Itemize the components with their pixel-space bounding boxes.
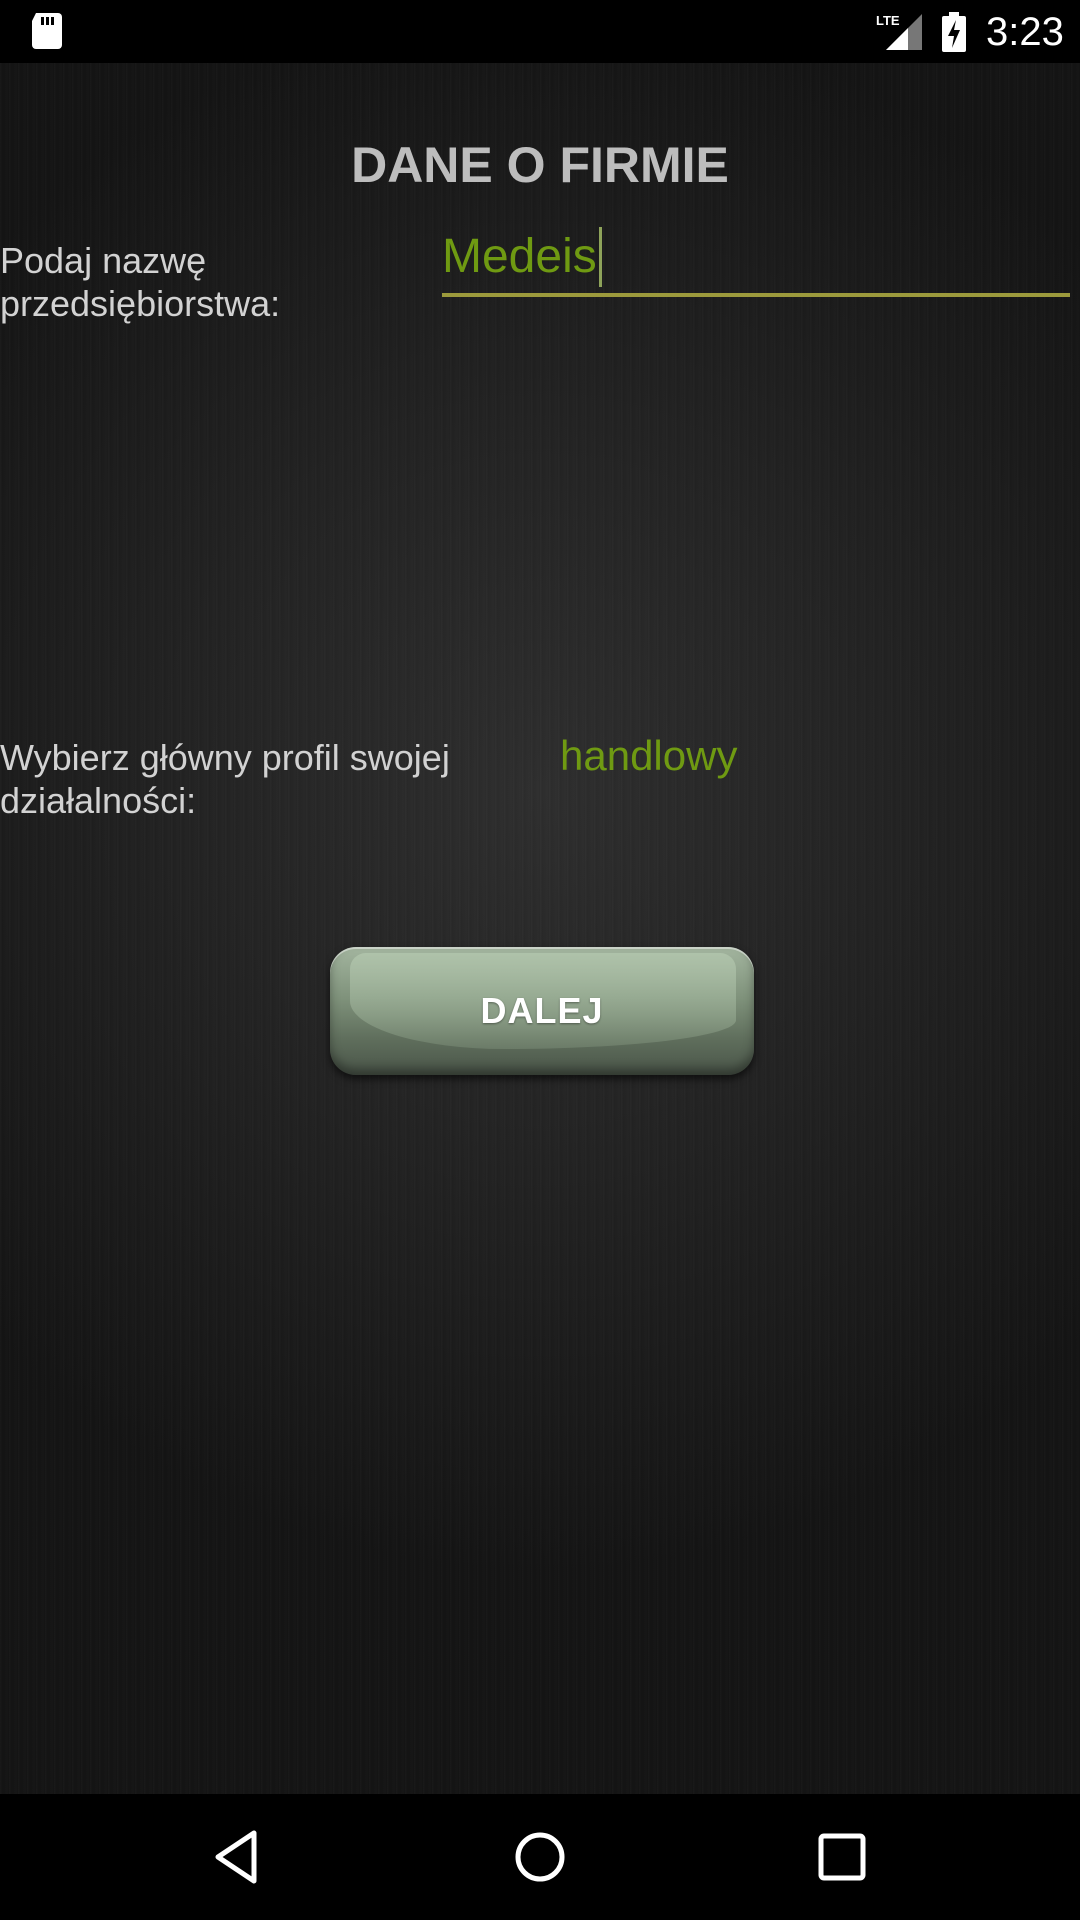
- company-name-label: Podaj nazwę przedsiębiorstwa:: [0, 240, 281, 324]
- business-profile-label: Wybierz główny profil swojej działalnośc…: [0, 737, 450, 821]
- navigation-bar: [0, 1794, 1080, 1920]
- status-clock: 3:23: [986, 10, 1064, 54]
- page-title: DANE O FIRMIE: [351, 137, 729, 193]
- back-icon[interactable]: [208, 1827, 268, 1887]
- company-name-value: Medeis: [442, 230, 597, 283]
- battery-charging-icon: [942, 12, 966, 52]
- next-button-label: DALEJ: [480, 990, 604, 1031]
- company-name-field[interactable]: Medeis: [442, 221, 1070, 297]
- recents-icon[interactable]: [812, 1827, 872, 1887]
- status-bar: LTE 3:23: [0, 0, 1080, 63]
- home-icon[interactable]: [510, 1827, 570, 1887]
- business-profile-select[interactable]: handlowy: [560, 731, 737, 781]
- lte-signal-icon: LTE: [876, 13, 922, 50]
- text-caret: [598, 227, 602, 287]
- next-button[interactable]: DALEJ: [330, 947, 754, 1075]
- sd-card-icon: [32, 13, 62, 49]
- company-name-input[interactable]: Medeis: [442, 227, 602, 287]
- main-content: DANE O FIRMIE Podaj nazwę przedsiębiorst…: [0, 63, 1080, 1794]
- lte-label: LTE: [876, 13, 900, 28]
